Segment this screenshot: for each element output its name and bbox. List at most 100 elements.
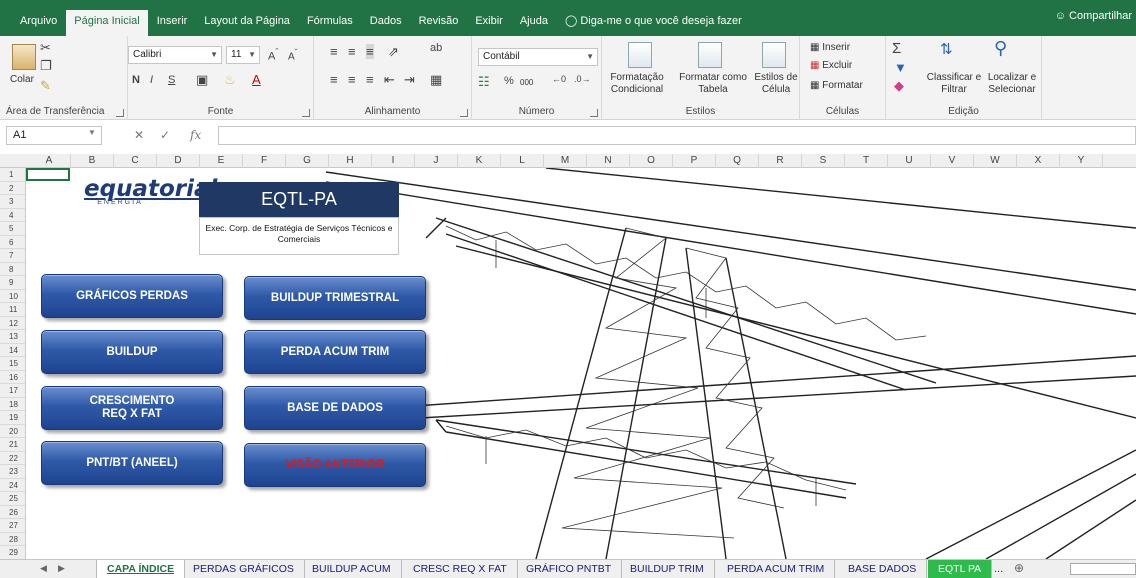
visao-anterior-button[interactable]: VISÃO ANTERIOR [244,443,426,487]
row-header[interactable]: 2 [0,182,25,195]
row-header[interactable]: 17 [0,384,25,398]
underline-button[interactable]: S [168,74,175,86]
pnt-bt-aneel-button[interactable]: PNT/BT (ANEEL) [41,441,223,485]
cancel-icon[interactable]: ✕ [134,128,144,142]
font-launcher-icon[interactable] [302,109,310,117]
row-header[interactable]: 10 [0,290,25,303]
format-cells-button[interactable]: ▦ Formatar [810,80,863,91]
sheet-tab-grafico-pntbt[interactable]: GRÁFICO PNTBT [516,560,623,578]
worksheet[interactable]: equatorial ENERGIA EQTL-PA Exec. Corp. d… [26,168,1136,559]
increase-decimal-icon[interactable]: ←0 [552,74,566,84]
row-header[interactable]: 19 [0,411,25,425]
base-de-dados-button[interactable]: BASE DE DADOS [244,386,426,430]
increase-indent-icon[interactable]: ⇥ [404,72,415,88]
decrease-font-icon[interactable]: Aˇ [288,47,297,62]
decrease-decimal-icon[interactable]: .0→ [574,74,591,84]
row-header[interactable]: 18 [0,398,25,411]
column-header[interactable]: V [931,154,974,168]
perda-acum-trim-button[interactable]: PERDA ACUM TRIM [244,330,426,374]
sort-filter-button[interactable]: Classificar e Filtrar [926,72,982,96]
horizontal-scrollbar[interactable] [1070,563,1136,575]
column-header[interactable]: X [1017,154,1060,168]
row-header[interactable]: 9 [0,276,25,290]
row-header[interactable]: 8 [0,263,25,276]
row-header[interactable]: 27 [0,519,25,533]
sheet-tab-perda-acum-trim[interactable]: PERDA ACUM TRIM [717,560,836,578]
row-header[interactable]: 4 [0,209,25,222]
number-launcher-icon[interactable] [590,109,598,117]
row-header[interactable]: 21 [0,438,25,452]
column-header[interactable]: A [28,154,71,168]
decrease-indent-icon[interactable]: ⇤ [384,72,395,88]
clipboard-launcher-icon[interactable] [116,109,124,117]
tab-revisao[interactable]: Revisão [411,10,467,36]
row-header[interactable]: 13 [0,330,25,344]
row-header[interactable]: 16 [0,371,25,384]
tab-ajuda[interactable]: Ajuda [512,10,556,36]
column-header[interactable]: E [200,154,243,168]
format-as-table-button[interactable]: Formatar como Tabela [674,72,752,96]
conditional-format-button[interactable]: Formatação Condicional [604,72,670,96]
align-center-icon[interactable]: ≡ [348,72,356,87]
alignment-launcher-icon[interactable] [460,109,468,117]
number-format-select[interactable]: Contábil ▼ [478,48,598,66]
column-header[interactable]: J [415,154,458,168]
align-right-icon[interactable]: ≡ [366,72,374,87]
sheet-tab-eqtl-pa[interactable]: EQTL PA [928,560,993,578]
column-header[interactable]: Y [1060,154,1103,168]
sheet-tab-buildup-trim[interactable]: BUILDUP TRIM [620,560,715,578]
column-header[interactable]: C [114,154,157,168]
column-header[interactable]: D [157,154,200,168]
cell-styles-button[interactable]: Estilos de Célula [750,72,802,96]
currency-icon[interactable]: ☷ [478,74,490,90]
sheet-tab-cresc-req-fat[interactable]: CRESC REQ X FAT [403,560,518,578]
row-header[interactable]: 20 [0,425,25,438]
align-left-icon[interactable]: ≡ [330,72,338,87]
row-header[interactable]: 3 [0,195,25,209]
tab-dados[interactable]: Dados [362,10,410,36]
column-header[interactable]: Q [716,154,759,168]
tab-arquivo[interactable]: Arquivo [12,10,65,36]
row-header[interactable]: 22 [0,452,25,465]
fill-color-icon[interactable]: ♨ [224,72,236,88]
row-header[interactable]: 12 [0,317,25,330]
tell-me-search[interactable]: ◯ Diga-me o que você deseja fazer [565,10,742,36]
column-header[interactable]: M [544,154,587,168]
sheet-tab-base-dados[interactable]: BASE DADOS [838,560,928,578]
crescimento-req-fat-button[interactable]: CRESCIMENTO REQ X FAT [41,386,223,430]
buildup-button[interactable]: BUILDUP [41,330,223,374]
row-header[interactable]: 5 [0,222,25,236]
tab-layout-da-pagina[interactable]: Layout da Página [196,10,298,36]
tab-exibir[interactable]: Exibir [467,10,511,36]
column-header[interactable]: N [587,154,630,168]
format-painter-icon[interactable]: ✎ [40,78,51,94]
find-select-button[interactable]: Localizar e Selecionar [982,72,1042,96]
increase-font-icon[interactable]: Aˆ [268,47,278,63]
formula-input[interactable] [218,126,1136,145]
align-bottom-icon[interactable]: ≡ [366,44,374,59]
sheet-tab-perdas-graficos[interactable]: PERDAS GRÁFICOS [183,560,305,578]
row-header[interactable]: 28 [0,533,25,546]
row-header[interactable]: 23 [0,465,25,479]
enter-icon[interactable]: ✓ [160,128,170,142]
column-header[interactable]: W [974,154,1017,168]
border-icon[interactable]: ▣ [196,72,208,88]
column-header[interactable]: P [673,154,716,168]
delete-cells-button[interactable]: ▦ Excluir [810,60,852,71]
column-header[interactable]: S [802,154,845,168]
wrap-text-icon[interactable]: ab [430,42,442,54]
orientation-icon[interactable]: ⇗ [388,44,399,60]
row-header[interactable]: 11 [0,303,25,317]
chevron-down-icon[interactable]: ▼ [88,128,96,137]
row-header[interactable]: 26 [0,506,25,519]
tab-formulas[interactable]: Fórmulas [299,10,361,36]
selected-cell-a1[interactable] [26,168,70,181]
column-header[interactable]: O [630,154,673,168]
prev-sheet-icon[interactable]: ◀ [40,563,47,574]
row-header[interactable]: 29 [0,546,25,559]
row-header[interactable]: 15 [0,357,25,371]
graficos-perdas-button[interactable]: GRÁFICOS PERDAS [41,274,223,318]
clear-icon[interactable]: ◆ [894,78,904,94]
align-top-icon[interactable]: ≡ [330,44,338,59]
font-name-select[interactable]: Calibri ▼ [128,46,222,64]
